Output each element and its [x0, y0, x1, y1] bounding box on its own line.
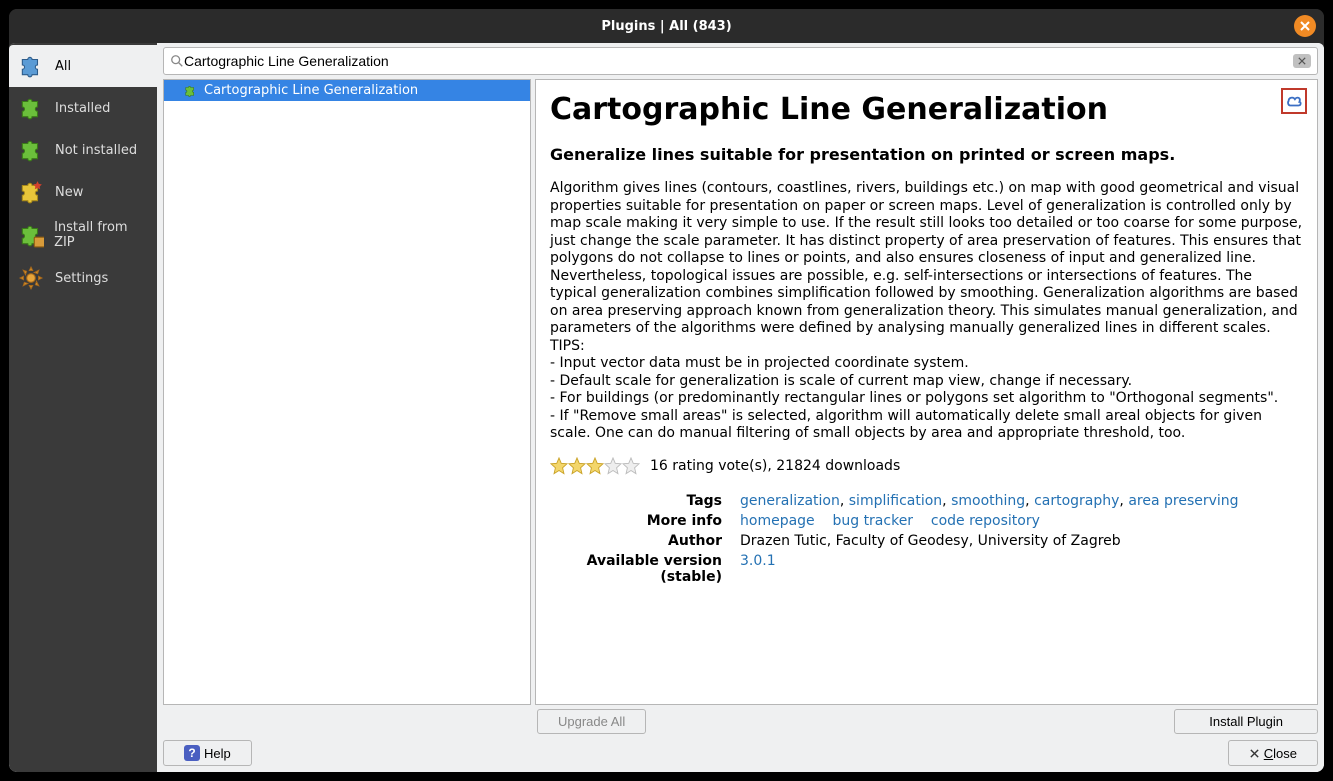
window-close-button[interactable] [1294, 15, 1316, 37]
sidebar-tab-install-from-zip[interactable]: Install from ZIP [9, 213, 157, 257]
meta-label-moreinfo: More info [550, 513, 740, 529]
titlebar: Plugins | All (843) [9, 9, 1324, 43]
tag-link[interactable]: simplification [849, 493, 942, 509]
sidebar-tab-new[interactable]: New [9, 171, 157, 213]
puzzle-all-icon [17, 52, 45, 80]
tag-link[interactable]: smoothing [951, 493, 1025, 509]
homepage-link[interactable]: homepage [740, 513, 815, 529]
close-icon [1299, 20, 1311, 32]
search-input[interactable] [184, 53, 1293, 69]
puzzle-zip-icon [17, 221, 44, 249]
sidebar-tab-label: Install from ZIP [54, 220, 149, 250]
tag-link[interactable]: cartography [1034, 493, 1119, 509]
rating-stars[interactable] [550, 457, 640, 475]
rating-text: 16 rating vote(s), 21824 downloads [650, 458, 900, 474]
meta-label-version: Available version (stable) [550, 553, 740, 585]
sidebar-tab-label: All [55, 59, 71, 74]
star-icon [586, 457, 604, 475]
puzzle-not-installed-icon [17, 136, 45, 164]
rating-row: 16 rating vote(s), 21824 downloads [550, 457, 1303, 475]
search-icon [170, 54, 184, 68]
plugin-details: Cartographic Line Generalization General… [535, 79, 1318, 705]
sidebar-tab-label: Installed [55, 101, 110, 116]
clear-icon [1298, 57, 1306, 65]
star-empty-icon [622, 457, 640, 475]
puzzle-small-icon [184, 84, 198, 98]
puzzle-installed-icon [17, 94, 45, 122]
plugin-badge-icon [1281, 88, 1307, 114]
tag-link[interactable]: area preserving [1128, 493, 1238, 509]
sidebar-tab-all[interactable]: All [9, 45, 157, 87]
sidebar-tab-label: Settings [55, 271, 108, 286]
close-button[interactable]: Close [1228, 740, 1318, 766]
meta-author: Drazen Tutic, Faculty of Geodesy, Univer… [740, 533, 1121, 549]
star-icon [550, 457, 568, 475]
version-link[interactable]: 3.0.1 [740, 553, 776, 569]
sidebar-tab-label: New [55, 185, 83, 200]
tag-link[interactable]: generalization [740, 493, 840, 509]
search-box [163, 47, 1318, 75]
sidebar-tab-installed[interactable]: Installed [9, 87, 157, 129]
star-icon [568, 457, 586, 475]
gear-icon [17, 264, 45, 292]
plugin-list[interactable]: Cartographic Line Generalization [163, 79, 531, 705]
plugin-description: Algorithm gives lines (contours, coastli… [550, 180, 1303, 443]
sidebar-tab-settings[interactable]: Settings [9, 257, 157, 299]
help-button[interactable]: ? Help [163, 740, 252, 766]
plugin-meta: Tags generalization, simplification, smo… [550, 493, 1303, 585]
window-title: Plugins | All (843) [601, 19, 731, 34]
meta-tags: generalization, simplification, smoothin… [740, 493, 1239, 509]
star-empty-icon [604, 457, 622, 475]
sidebar-tab-label: Not installed [55, 143, 137, 158]
close-small-icon [1249, 748, 1260, 759]
bugtracker-link[interactable]: bug tracker [832, 513, 913, 529]
meta-moreinfo: homepage bug tracker code repository [740, 513, 1040, 529]
clear-search-button[interactable] [1293, 54, 1311, 68]
plugin-title: Cartographic Line Generalization [550, 92, 1303, 127]
meta-label-tags: Tags [550, 493, 740, 509]
plugin-list-item[interactable]: Cartographic Line Generalization [164, 80, 530, 101]
help-icon: ? [184, 745, 200, 761]
plugin-subtitle: Generalize lines suitable for presentati… [550, 145, 1303, 164]
sidebar-tab-not-installed[interactable]: Not installed [9, 129, 157, 171]
upgrade-all-button: Upgrade All [537, 709, 646, 734]
meta-label-author: Author [550, 533, 740, 549]
sidebar: All Installed Not installed New [9, 43, 157, 772]
puzzle-new-icon [17, 178, 45, 206]
plugin-list-item-label: Cartographic Line Generalization [204, 83, 418, 98]
install-plugin-button[interactable]: Install Plugin [1174, 709, 1318, 734]
repository-link[interactable]: code repository [931, 513, 1040, 529]
